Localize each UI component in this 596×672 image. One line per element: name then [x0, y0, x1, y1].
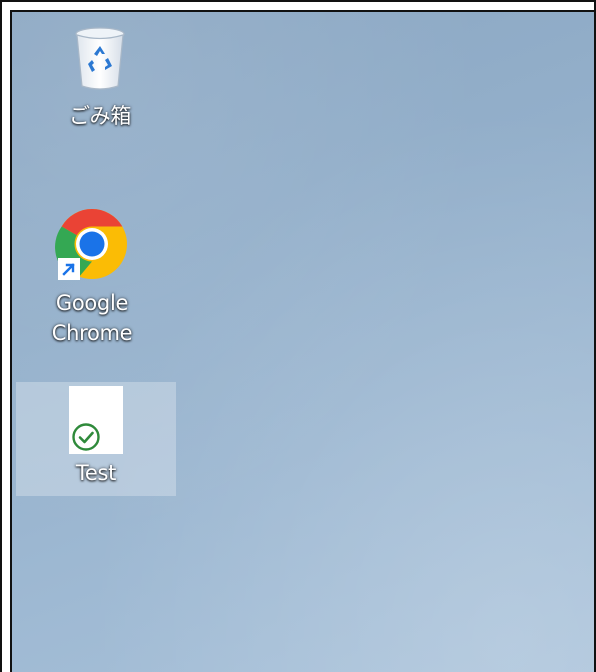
desktop-icon-label: Google Chrome — [51, 291, 133, 345]
document-icon — [69, 386, 123, 454]
desktop-icon-recycle-bin[interactable]: ごみ箱 — [20, 26, 180, 131]
chrome-icon — [54, 206, 130, 282]
recycle-bin-icon — [72, 26, 128, 97]
desktop-icon-google-chrome[interactable]: Google Chrome — [12, 206, 172, 348]
desktop-icon-test[interactable]: Test — [16, 382, 176, 496]
desktop-icon-label: ごみ箱 — [68, 104, 132, 128]
desktop-background[interactable]: ごみ箱 Google Chrome Test — [10, 10, 594, 672]
sync-check-icon — [71, 422, 101, 452]
shortcut-arrow-icon — [58, 258, 80, 280]
screenshot-frame: ごみ箱 Google Chrome Test — [0, 0, 596, 672]
desktop-icon-label: Test — [75, 461, 117, 485]
